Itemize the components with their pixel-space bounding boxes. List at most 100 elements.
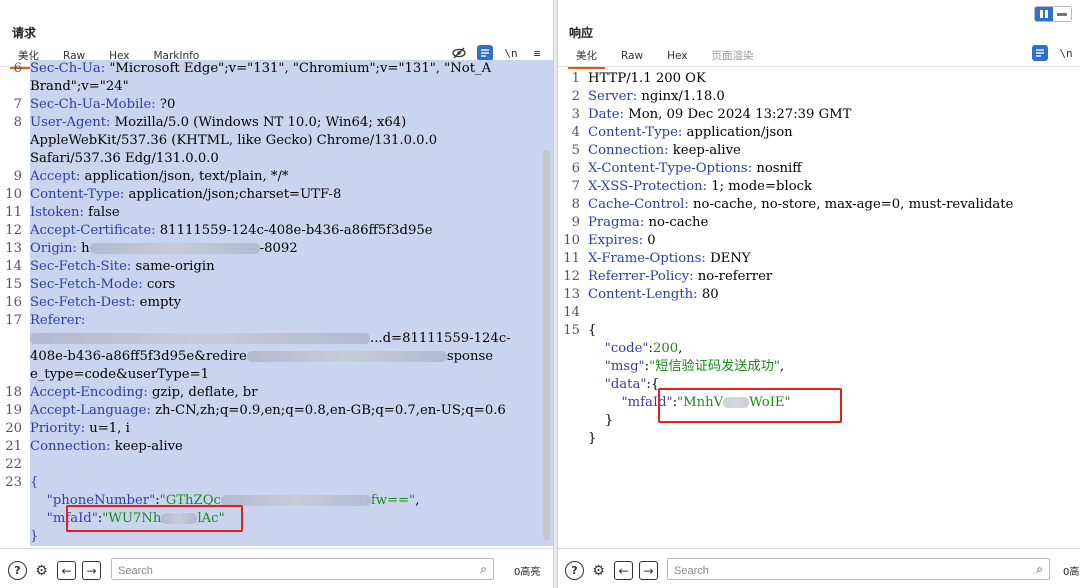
code-line: Safari/537.36 Edg/131.0.0.0 [0,150,553,168]
next-arrow-icon[interactable]: → [82,561,101,580]
request-editor[interactable]: 6 Sec-Ch-Ua: "Microsoft Edge";v="131", "C… [0,60,553,548]
search-icon[interactable]: ⌕ [1036,562,1043,577]
redacted-blur [246,351,447,362]
request-search-box[interactable]: ⌕ [111,558,494,581]
split-horizontal-icon[interactable] [1035,7,1053,21]
next-arrow-icon[interactable]: → [639,561,658,580]
code-text: Safari/537.36 Edg/131.0.0.0 [30,150,553,168]
code-line: Brand";v="24" [0,78,553,96]
code-token: 0 [647,233,656,248]
eye-off-icon[interactable] [451,45,467,61]
response-editor[interactable]: 1 HTTP/1.1 200 OK 2 Server: nginx/1.18.0 3 Da… [558,70,1080,548]
resp-tab-pretty[interactable]: 美化 [564,48,609,69]
code-token: , [678,341,683,356]
code-token: Mon, 09 Dec 2024 13:27:39 GMT [628,107,852,122]
scrollbar-thumb[interactable] [543,150,550,540]
help-icon[interactable]: ? [8,561,27,580]
code-line: 1 HTTP/1.1 200 OK [558,70,1080,88]
code-text: Pragma: no-cache [588,214,708,232]
line-number: 10 [5,187,22,202]
code-text: e_type=code&userType=1 [30,366,553,384]
code-text: Referer: [30,312,553,330]
resp-tab-hex[interactable]: Hex [655,48,699,66]
code-text: Accept: application/json, text/plain, */… [30,168,553,186]
line-number: 11 [563,251,580,266]
line-number: 7 [13,97,22,112]
line-number: 11 [5,205,22,220]
request-pane: 请求 美化 Raw Hex MarkInfo \n ≡ 6 Sec-Ch-Ua: … [0,0,554,588]
code-text: Sec-Fetch-Dest: empty [30,294,553,312]
code-token: Server: [588,89,642,104]
previous-arrow-icon[interactable]: ← [57,561,76,580]
code-line: 15 { [558,322,1080,340]
redacted-blur [89,243,260,254]
resp-tab-render[interactable]: 页面渲染 [699,48,765,66]
code-token: Connection: [588,143,673,158]
code-text: Content-Length: 80 [588,286,719,304]
wrap-icon[interactable] [477,45,493,61]
code-token: Referrer-Policy: [588,269,698,284]
menu-icon[interactable]: ≡ [529,45,545,61]
wrap-icon[interactable] [1032,45,1048,61]
code-token: Date: [588,107,629,122]
code-token: Referer: [30,313,90,328]
line-number: 19 [5,403,22,418]
code-text: Sec-Ch-Ua: "Microsoft Edge";v="131", "Ch… [30,60,553,78]
line-number: 12 [563,269,580,284]
code-token: 81111559-124c-408e-b436-a86ff5f3d95e [159,223,433,238]
code-token: { [588,323,597,338]
code-token: application/json [686,125,793,140]
code-text: Sec-Fetch-Site: same-origin [30,258,553,276]
code-text: } [588,430,596,448]
code-token: Accept-Encoding: [30,385,152,400]
code-token: "Microsoft Edge";v="131", "Chromium";v="… [109,61,492,76]
code-line: 11 X-Frame-Options: DENY [558,250,1080,268]
response-search-box[interactable]: ⌕ [667,558,1050,581]
code-line: 22 [0,456,553,474]
code-token: no-cache [648,215,709,230]
response-search-input[interactable] [668,561,1018,581]
code-text: Connection: keep-alive [30,438,553,456]
line-number: 10 [563,233,580,248]
help-icon[interactable]: ? [565,561,584,580]
line-number: 14 [563,305,580,320]
code-token: Expires: [588,233,648,248]
code-token: 408e-b436-a86ff5f3d95e&redire [30,349,247,364]
code-line: 10 Content-Type: application/json;charset… [0,186,553,204]
code-text: X-Content-Type-Options: nosniff [588,160,802,178]
code-line: 11 Istoken: false [0,204,553,222]
code-text: Accept-Encoding: gzip, deflate, br [30,384,553,402]
response-pane: 响应 美化 Raw Hex 页面渲染 \n 1 HTTP/1.1 200 OK 2 S… [557,0,1080,588]
line-number: 13 [563,287,580,302]
code-token: "code" [604,341,649,356]
split-vertical-icon[interactable] [1053,7,1071,21]
resp-tab-raw[interactable]: Raw [609,48,655,66]
code-line: 21 Connection: keep-alive [0,438,553,456]
code-token: Content-Length: [588,287,702,302]
code-text: ...d=81111559-124c- [30,330,553,348]
code-text: { [30,474,553,492]
code-line: 7 Sec-Ch-Ua-Mobile: ?0 [0,96,553,114]
code-line: 8 Cache-Control: no-cache, no-store, max-… [558,196,1080,214]
search-icon[interactable]: ⌕ [480,562,487,577]
request-scrollbar[interactable] [543,150,550,540]
settings-gear-icon[interactable]: ⚙ [589,561,608,580]
request-search-input[interactable] [112,561,462,581]
newline-icon[interactable]: \n [503,45,519,61]
code-token: AppleWebKit/537.36 (KHTML, like Gecko) C… [30,133,438,148]
layout-toggle[interactable] [1034,6,1072,22]
newline-icon[interactable]: \n [1058,45,1074,61]
previous-arrow-icon[interactable]: ← [614,561,633,580]
line-number: 17 [5,313,22,328]
code-token: sponse [446,349,494,364]
code-token: , [415,493,420,508]
line-number: 1 [571,71,580,86]
request-match-count: 0高亮 [514,567,541,578]
settings-gear-icon[interactable]: ⚙ [32,561,51,580]
code-token: keep-alive [672,143,741,158]
code-line: e_type=code&userType=1 [0,366,553,384]
code-token: keep-alive [114,439,183,454]
line-number: 21 [5,439,22,454]
code-token: nosniff [756,161,802,176]
